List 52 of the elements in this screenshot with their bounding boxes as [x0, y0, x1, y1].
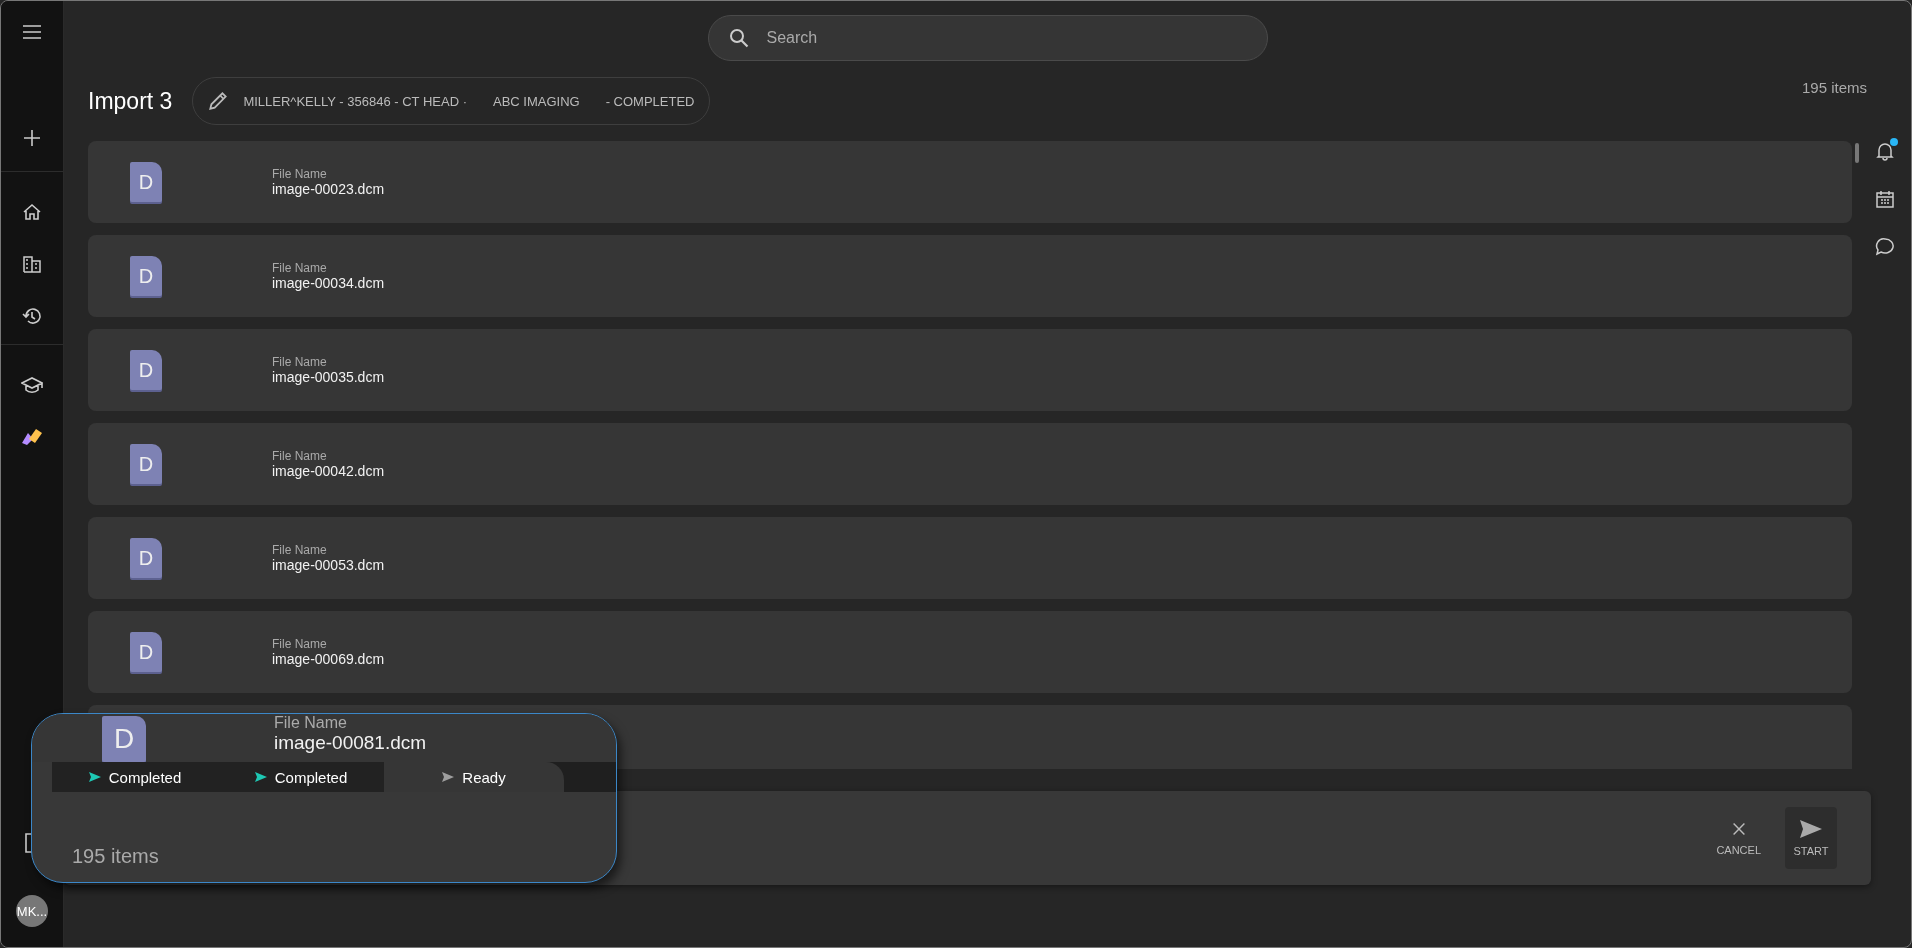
menu-icon[interactable] [22, 25, 42, 39]
file-icon: D [130, 632, 162, 672]
file-row[interactable]: D File Name image-00053.dcm [88, 517, 1852, 599]
field-label: File Name [274, 714, 348, 732]
search-input[interactable]: Search [764, 28, 1247, 48]
file-row[interactable]: D File Name image-00035.dcm [88, 329, 1852, 411]
send-icon [1799, 819, 1823, 839]
field-label: File Name [272, 261, 328, 275]
plus-icon[interactable] [23, 129, 41, 147]
field-label: File Name [272, 637, 328, 651]
study-info-text: MILLER^KELLY - 356846 - CT HEAD · [243, 93, 467, 109]
chat-bubble-icon[interactable] [1875, 237, 1895, 257]
study-info-text: - COMPLETED [605, 93, 695, 109]
file-icon: D [102, 716, 146, 762]
item-count: 195 items [72, 845, 159, 868]
item-count: 195 items [1801, 79, 1867, 96]
page-title: Import 3 [88, 87, 173, 115]
file-name: image-00042.dcm [272, 463, 385, 479]
file-row[interactable]: D File Name image-00034.dcm [88, 235, 1852, 317]
start-button[interactable]: START [1785, 807, 1837, 869]
building-icon[interactable] [21, 254, 43, 274]
history-icon[interactable] [21, 306, 43, 326]
cancel-button[interactable]: CANCEL [1710, 812, 1767, 864]
file-row[interactable]: D File Name image-00042.dcm [88, 423, 1852, 505]
home-icon[interactable] [21, 202, 43, 222]
bell-icon[interactable] [1875, 141, 1895, 161]
file-name: image-00069.dcm [272, 651, 385, 667]
study-info-text: ABC IMAGING [492, 93, 580, 109]
field-label: File Name [272, 355, 328, 369]
field-label: File Name [272, 449, 328, 463]
avatar[interactable]: MK... [16, 895, 48, 927]
file-icon: D [130, 444, 162, 484]
file-name: image-00081.dcm [274, 732, 427, 754]
pencil-icon[interactable] [207, 90, 230, 112]
app-logo-icon[interactable] [21, 427, 43, 447]
field-label: File Name [272, 167, 328, 181]
field-label: File Name [272, 543, 328, 557]
file-row[interactable]: D File Name image-00069.dcm [88, 611, 1852, 693]
search-icon [728, 28, 749, 48]
file-name: image-00053.dcm [272, 557, 385, 573]
file-icon: D [130, 538, 162, 578]
search-field[interactable]: Search [707, 15, 1268, 61]
file-row[interactable]: D File Name image-00023.dcm [88, 141, 1852, 223]
file-icon: D [130, 350, 162, 390]
status-tab[interactable]: Ready [384, 762, 564, 792]
file-icon: D [130, 256, 162, 296]
file-name: image-00023.dcm [272, 181, 385, 197]
file-name: image-00035.dcm [272, 369, 385, 385]
file-name: image-00034.dcm [272, 275, 385, 291]
calendar-icon[interactable] [1875, 189, 1895, 209]
file-icon: D [130, 162, 162, 202]
graduation-cap-icon[interactable] [21, 375, 43, 395]
